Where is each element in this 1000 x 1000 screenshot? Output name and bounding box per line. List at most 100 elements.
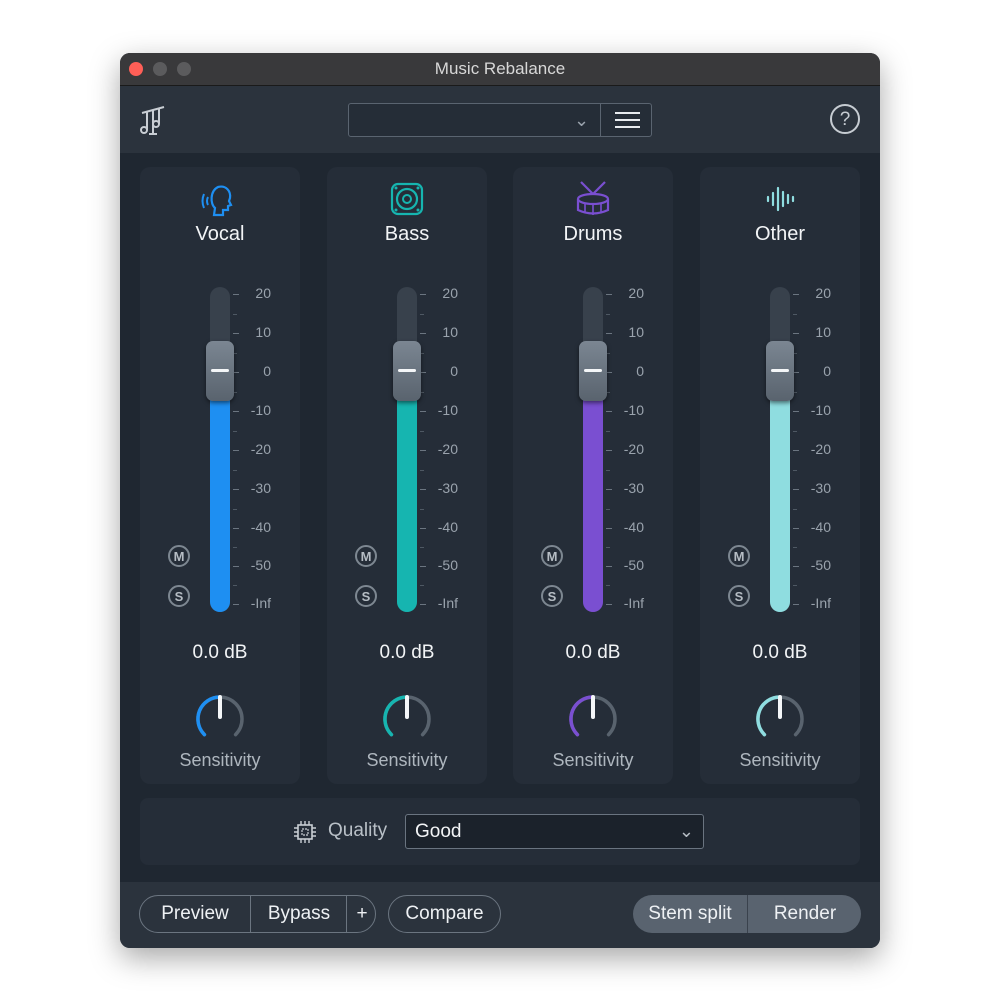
- stem-name: Other: [754, 223, 806, 245]
- window-title: Music Rebalance: [434, 59, 566, 78]
- scale-label: -Inf: [250, 595, 271, 611]
- scale-label: 20: [628, 285, 644, 301]
- gain-slider-fill: [583, 377, 603, 612]
- sensitivity-knob[interactable]: [752, 691, 808, 747]
- render-button[interactable]: Render: [747, 895, 862, 933]
- gain-value: 0.0 dB: [192, 642, 248, 663]
- add-button[interactable]: +: [346, 896, 377, 932]
- scale-label: 10: [442, 324, 458, 340]
- scale-label: -20: [623, 441, 644, 457]
- scale-label: -10: [623, 402, 644, 418]
- solo-button[interactable]: S: [541, 585, 563, 607]
- hamburger-menu-icon: [615, 112, 640, 114]
- mute-button[interactable]: M: [728, 545, 750, 567]
- scale-label: -20: [437, 441, 458, 457]
- preview-button[interactable]: Preview: [140, 896, 250, 932]
- compare-label: Compare: [405, 903, 484, 924]
- solo-button[interactable]: S: [728, 585, 750, 607]
- gain-slider-track[interactable]: [210, 287, 230, 612]
- scale-label: 0: [450, 363, 458, 379]
- scale-label: -20: [810, 441, 831, 457]
- scale-label: -50: [623, 557, 644, 573]
- level-scale: 20 10 0 -10 -20 -30 -40 -50 -Inf: [233, 285, 293, 615]
- gain-slider-handle[interactable]: [766, 341, 794, 401]
- gain-slider-track[interactable]: [770, 287, 790, 612]
- scale-label: 0: [636, 363, 644, 379]
- scale-label: -40: [250, 519, 271, 535]
- level-scale: 20 10 0 -10 -20 -30 -40 -50 -Inf: [420, 285, 480, 615]
- help-button[interactable]: ?: [830, 104, 860, 134]
- sensitivity-knob[interactable]: [192, 691, 248, 747]
- preview-bypass-group: Preview Bypass +: [139, 895, 376, 933]
- preset-dropdown[interactable]: ⌄: [348, 103, 652, 137]
- scale-label: -10: [810, 402, 831, 418]
- sensitivity-knob[interactable]: [379, 691, 435, 747]
- sensitivity-label: Sensitivity: [552, 750, 634, 770]
- level-scale: 20 10 0 -10 -20 -30 -40 -50 -Inf: [606, 285, 666, 615]
- gain-slider-fill: [210, 377, 230, 612]
- gain-value: 0.0 dB: [565, 642, 621, 663]
- scale-label: -Inf: [623, 595, 644, 611]
- drum-icon: [513, 179, 673, 219]
- gain-slider-track[interactable]: [583, 287, 603, 612]
- scale-label: -10: [250, 402, 271, 418]
- scale-label: 10: [628, 324, 644, 340]
- scale-label: 20: [442, 285, 458, 301]
- gain-slider-fill: [397, 377, 417, 612]
- scale-label: 10: [815, 324, 831, 340]
- vocal-head-icon: [140, 179, 300, 219]
- chevron-down-icon: ⌄: [574, 110, 590, 130]
- mute-button[interactable]: M: [168, 545, 190, 567]
- stem-panel-other: Other 20 10 0 -10 -20 -30 -40 -50 -Inf M S 0.0 dB Se…: [700, 167, 860, 784]
- quality-panel: Quality Good ⌄: [140, 798, 860, 865]
- level-scale: 20 10 0 -10 -20 -30 -40 -50 -Inf: [793, 285, 853, 615]
- scale-label: 0: [823, 363, 831, 379]
- stem-panel-vocal: Vocal 20 10 0 -10 -20 -30 -40 -50 -Inf M S 0.0 dB Se…: [140, 167, 300, 784]
- mute-button[interactable]: M: [541, 545, 563, 567]
- scale-label: -Inf: [437, 595, 458, 611]
- gain-slider-handle[interactable]: [579, 341, 607, 401]
- stem-panel-drums: Drums 20 10 0 -10 -20 -30 -40 -50 -Inf M S 0.0 dB Se…: [513, 167, 673, 784]
- gain-value: 0.0 dB: [379, 642, 435, 663]
- compare-button[interactable]: Compare: [388, 895, 501, 933]
- scale-label: -40: [810, 519, 831, 535]
- scale-label: -30: [810, 480, 831, 496]
- title-bar: Music Rebalance: [120, 53, 880, 86]
- scale-label: 10: [255, 324, 271, 340]
- sensitivity-label: Sensitivity: [739, 750, 821, 770]
- scale-label: -30: [437, 480, 458, 496]
- stem-split-button[interactable]: Stem split: [633, 895, 747, 933]
- quality-value: Good: [415, 821, 462, 842]
- mute-button[interactable]: M: [355, 545, 377, 567]
- gain-slider-handle[interactable]: [206, 341, 234, 401]
- solo-button[interactable]: S: [168, 585, 190, 607]
- scale-label: -Inf: [810, 595, 831, 611]
- gain-slider-handle[interactable]: [393, 341, 421, 401]
- scale-label: -10: [437, 402, 458, 418]
- scale-label: 0: [263, 363, 271, 379]
- sensitivity-knob[interactable]: [565, 691, 621, 747]
- sensitivity-label: Sensitivity: [366, 750, 448, 770]
- scale-label: -30: [250, 480, 271, 496]
- scale-label: -50: [250, 557, 271, 573]
- solo-button[interactable]: S: [355, 585, 377, 607]
- quality-dropdown[interactable]: Good ⌄: [405, 814, 704, 849]
- scale-label: -50: [810, 557, 831, 573]
- stem-name: Vocal: [195, 223, 245, 245]
- stem-name: Drums: [563, 223, 623, 245]
- preset-menu-button[interactable]: [600, 104, 653, 136]
- header-bar: ⌄ ?: [120, 86, 880, 153]
- music-rebalance-logo-icon: [140, 106, 165, 135]
- chevron-down-icon: ⌄: [678, 821, 694, 841]
- gain-slider-track[interactable]: [397, 287, 417, 612]
- waveform-icon: [700, 179, 860, 219]
- quality-label: Quality: [328, 820, 388, 841]
- sensitivity-label: Sensitivity: [179, 750, 261, 770]
- bypass-button[interactable]: Bypass: [250, 896, 347, 932]
- scale-label: 20: [255, 285, 271, 301]
- scale-label: 20: [815, 285, 831, 301]
- stem-name: Bass: [384, 223, 430, 245]
- gain-value: 0.0 dB: [752, 642, 808, 663]
- music-rebalance-window: Music Rebalance ⌄ ? Vocal 20 10 0 -10 -20 -30 -…: [120, 53, 880, 948]
- scale-label: -40: [623, 519, 644, 535]
